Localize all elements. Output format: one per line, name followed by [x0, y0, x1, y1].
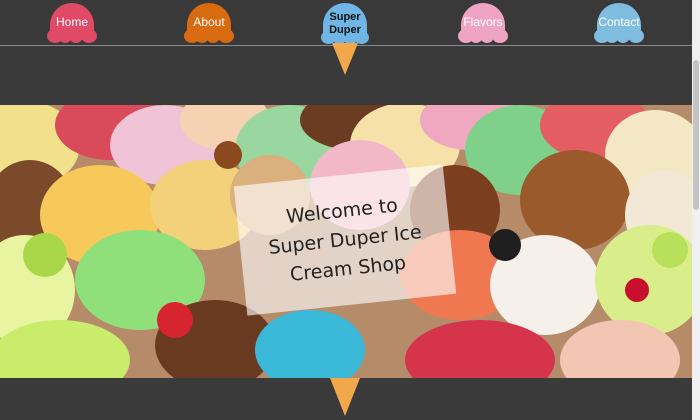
scrollbar-thumb[interactable] [693, 60, 699, 210]
logo-text: Super Duper [321, 11, 369, 37]
nav-contact-label: Contact [598, 15, 640, 29]
nav-home-label: Home [55, 15, 88, 29]
nav-contact-link[interactable]: Contact [594, 3, 644, 45]
logo-line-2: Duper [329, 24, 361, 36]
logo-cone-link[interactable]: Super Duper [321, 3, 369, 75]
logo-cone-icon [332, 43, 358, 75]
welcome-card: Welcome to Super Duper Ice Cream Shop [233, 164, 457, 316]
logo-line-1: Super [329, 11, 361, 23]
nav-flavors-link[interactable]: Flavors [458, 3, 508, 45]
welcome-heading: Welcome to Super Duper Ice Cream Shop [248, 187, 441, 293]
scrollbar[interactable] [692, 0, 700, 420]
nav-home-link[interactable]: Home [47, 3, 97, 45]
nav-about-link[interactable]: About [184, 3, 234, 45]
bottom-cone-icon [330, 378, 360, 416]
nav-flavors-label: Flavors [463, 15, 503, 29]
hero-banner: Welcome to Super Duper Ice Cream Shop [0, 105, 692, 378]
page: Home About Flavors Contact Super Duper W… [0, 0, 700, 420]
nav-about-label: About [193, 15, 225, 29]
